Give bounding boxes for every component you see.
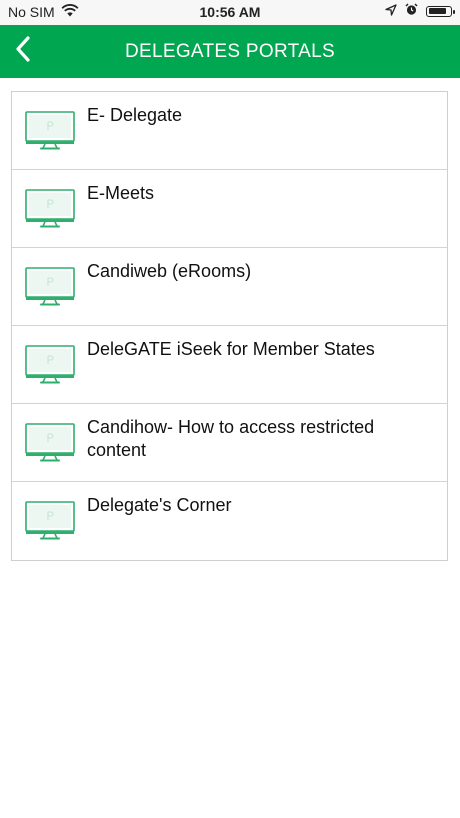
battery-icon (426, 5, 455, 17)
monitor-icon (24, 500, 76, 540)
battery-level (428, 8, 447, 14)
list-item-label: E- Delegate (87, 105, 183, 125)
list-item-e-delegate[interactable]: E- Delegate (12, 92, 447, 170)
location-arrow-icon (385, 3, 397, 19)
list-item-label: Candihow- How to access restricted conte… (87, 417, 375, 460)
list-item-label: E-Meets (87, 183, 155, 203)
monitor-icon (24, 422, 76, 462)
list-item-candiweb[interactable]: Candiweb (eRooms) (12, 248, 447, 326)
status-right (385, 3, 455, 19)
page-title: DELEGATES PORTALS (125, 40, 335, 62)
monitor-icon (24, 188, 76, 228)
chevron-left-icon (15, 35, 31, 67)
list-item-label: Delegate's Corner (87, 495, 232, 515)
monitor-icon (24, 266, 76, 306)
list-item-delegates-corner[interactable]: Delegate's Corner (12, 482, 447, 560)
list-item-candihow[interactable]: Candihow- How to access restricted conte… (12, 404, 447, 482)
monitor-icon (24, 344, 76, 384)
back-button[interactable] (6, 34, 40, 68)
monitor-icon (24, 110, 76, 150)
status-bar: No SIM 10:56 AM (0, 0, 460, 25)
list-item-label: DeleGATE iSeek for Member States (87, 339, 375, 359)
list-item-label: Candiweb (eRooms) (87, 261, 252, 281)
portal-list: E- Delegate E-Meets Candiweb (eRooms) De… (11, 91, 448, 561)
list-item-e-meets[interactable]: E-Meets (12, 170, 447, 248)
list-item-delegate-iseek[interactable]: DeleGATE iSeek for Member States (12, 326, 447, 404)
alarm-clock-icon (405, 3, 418, 19)
header-bar: DELEGATES PORTALS (0, 25, 460, 78)
